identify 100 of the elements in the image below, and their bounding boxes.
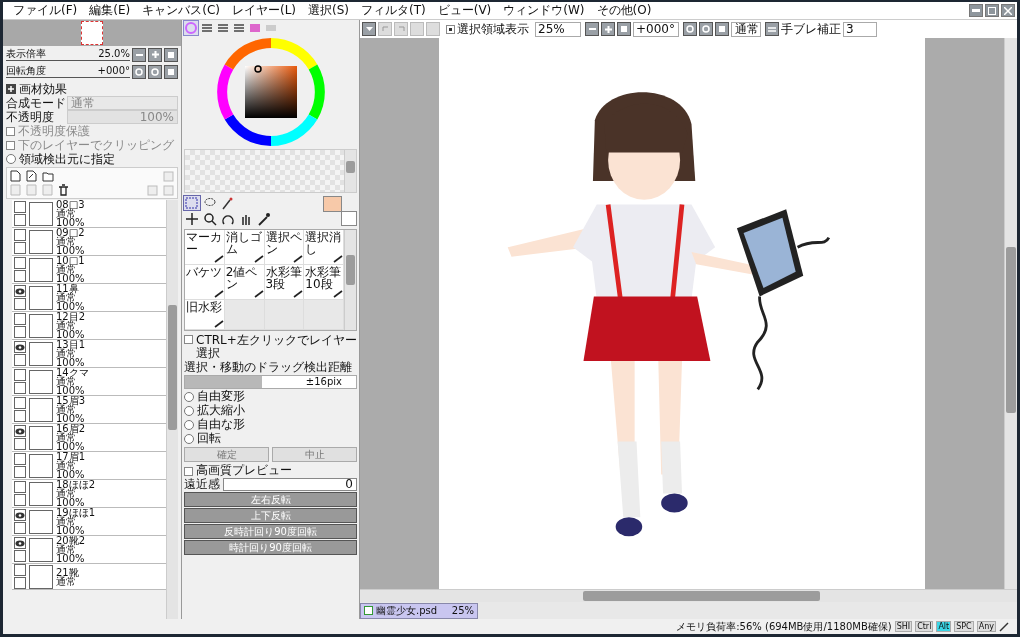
visibility-toggle[interactable] [14,369,26,381]
zoom-dropdown[interactable]: 25% [535,21,581,37]
menu-item[interactable]: その他(O) [596,2,652,19]
primary-color-swatch[interactable] [323,196,342,212]
lock-toggle[interactable] [14,214,26,226]
visibility-toggle[interactable] [14,509,26,521]
layer-row[interactable]: 17眉1 通常 100% [12,452,166,480]
transform-mode-radio[interactable]: 拡大縮小 [184,404,357,417]
layer-row[interactable]: 08□3 通常 100% [12,200,166,228]
new-layer-icon[interactable] [26,170,37,182]
visibility-toggle[interactable] [14,481,26,493]
visibility-toggle[interactable] [14,397,26,409]
rotate-right-button[interactable] [148,64,162,79]
trash-icon[interactable] [58,184,69,196]
layer-row[interactable]: 20靴2 通常 100% [12,536,166,564]
visibility-toggle[interactable] [14,285,26,297]
zoom-in-button[interactable] [148,47,162,62]
scratchpad-scrollbar[interactable] [344,150,356,192]
move-icon[interactable] [184,211,200,226]
brush-slot[interactable]: 旧水彩 [185,300,225,330]
region-source-radio[interactable]: 領域検出元に指定 [6,152,178,166]
rotate-right-button[interactable] [699,22,713,36]
menu-item[interactable]: ウィンドウ(W) [503,2,585,19]
menu-item[interactable]: レイヤー(L) [231,2,297,19]
canvas-vertical-scrollbar[interactable] [1004,38,1017,589]
brush-slot[interactable]: 水彩筆 3段 [264,265,305,300]
layer-row[interactable]: 10□1 通常 100% [12,256,166,284]
canvas-horizontal-scrollbar[interactable] [360,589,1017,602]
zoom-icon[interactable] [202,211,218,226]
layer-row[interactable]: 15眉3 通常 100% [12,396,166,424]
perspective-field[interactable]: 0 [223,478,357,491]
brush-scrollbar[interactable] [344,230,356,330]
blend-mode-button[interactable]: 通常 [731,21,761,37]
reset-rotation-button[interactable] [715,22,729,36]
stabilizer-dropdown[interactable]: 3 [843,21,877,37]
lock-toggle[interactable] [14,270,26,282]
lock-toggle[interactable] [14,242,26,254]
menu-item[interactable]: フィルタ(T) [361,2,426,19]
slider-tab-icon[interactable] [216,21,230,35]
brush-slot[interactable]: マーカー [185,230,225,265]
visibility-toggle[interactable] [14,257,26,269]
lock-toggle[interactable] [14,438,26,450]
rotate-left-button[interactable] [683,22,697,36]
visibility-toggle[interactable] [14,229,26,241]
layer-row[interactable]: 19ほほ1 通常 100% [12,508,166,536]
layer-row[interactable]: 11鼻 通常 100% [12,284,166,312]
layer-row[interactable]: 13目1 通常 100% [12,340,166,368]
visibility-toggle[interactable] [14,564,26,576]
lock-toggle[interactable] [14,522,26,534]
slider-tab-icon[interactable] [232,21,246,35]
layer-row[interactable]: 12目2 通常 100% [12,312,166,340]
brush-slot[interactable]: 水彩筆 10段 [304,265,344,300]
transform-mode-radio[interactable]: 自由変形 [184,390,357,403]
slider-tab-icon[interactable] [200,21,214,35]
dropdown-button[interactable] [362,22,376,36]
layer-scrollbar[interactable] [166,200,178,619]
lock-toggle[interactable] [14,494,26,506]
selection-display-checkbox[interactable]: 選択領域表示 [446,20,529,38]
menu-item[interactable]: ファイル(F) [13,2,78,19]
menu-item[interactable]: 編集(E) [89,2,131,19]
document-tab[interactable]: 幽霊少女.psd 25% [360,602,478,619]
new-layer-icon[interactable] [10,170,21,182]
expand-icon[interactable] [6,84,16,94]
visibility-toggle[interactable] [14,201,26,213]
palette-tab-icon[interactable] [248,21,262,35]
visibility-toggle[interactable] [14,537,26,549]
brush-slot[interactable]: 消しゴム [224,230,265,265]
close-button[interactable] [1001,4,1015,17]
secondary-color-swatch[interactable] [341,211,357,226]
hq-preview-checkbox[interactable]: 高画質プレビュー [184,464,357,477]
menu-item[interactable]: キャンバス(C) [142,2,220,19]
brush-slot[interactable]: バケツ [185,265,225,300]
rotate-left-button[interactable] [132,64,146,79]
lock-toggle[interactable] [14,577,26,589]
brush-slot[interactable]: 2値ペン [224,265,265,300]
menu-item[interactable]: 選択(S) [308,2,349,19]
layer-row[interactable]: 09□2 通常 100% [12,228,166,256]
color-wheel-tab-icon[interactable] [184,21,198,35]
zoom-out-button[interactable] [132,47,146,62]
reset-rotation-button[interactable] [164,64,178,79]
lock-toggle[interactable] [14,466,26,478]
zoom-out-button[interactable] [585,22,599,36]
ctrl-select-checkbox[interactable]: CTRL+左クリックでレイヤー選択 [184,334,357,360]
reset-zoom-button[interactable] [164,47,178,62]
layer-row[interactable]: 14クマ 通常 100% [12,368,166,396]
layer-row[interactable]: 21靴 通常 [12,564,166,590]
zoom-in-button[interactable] [601,22,615,36]
layer-row[interactable]: 16眉2 通常 100% [12,424,166,452]
lock-toggle[interactable] [14,298,26,310]
transform-mode-radio[interactable]: 自由な形 [184,418,357,431]
visibility-toggle[interactable] [14,313,26,325]
visibility-toggle[interactable] [14,425,26,437]
rotation-dropdown[interactable]: +000° [633,21,679,37]
folder-icon[interactable] [42,170,54,182]
transform-mode-radio[interactable]: 回転 [184,432,357,445]
brush-slot[interactable]: 選択ペン [264,230,305,265]
lock-toggle[interactable] [14,382,26,394]
brush-slot[interactable]: 選択消し [304,230,344,265]
lock-toggle[interactable] [14,354,26,366]
flip-button[interactable] [765,22,779,36]
